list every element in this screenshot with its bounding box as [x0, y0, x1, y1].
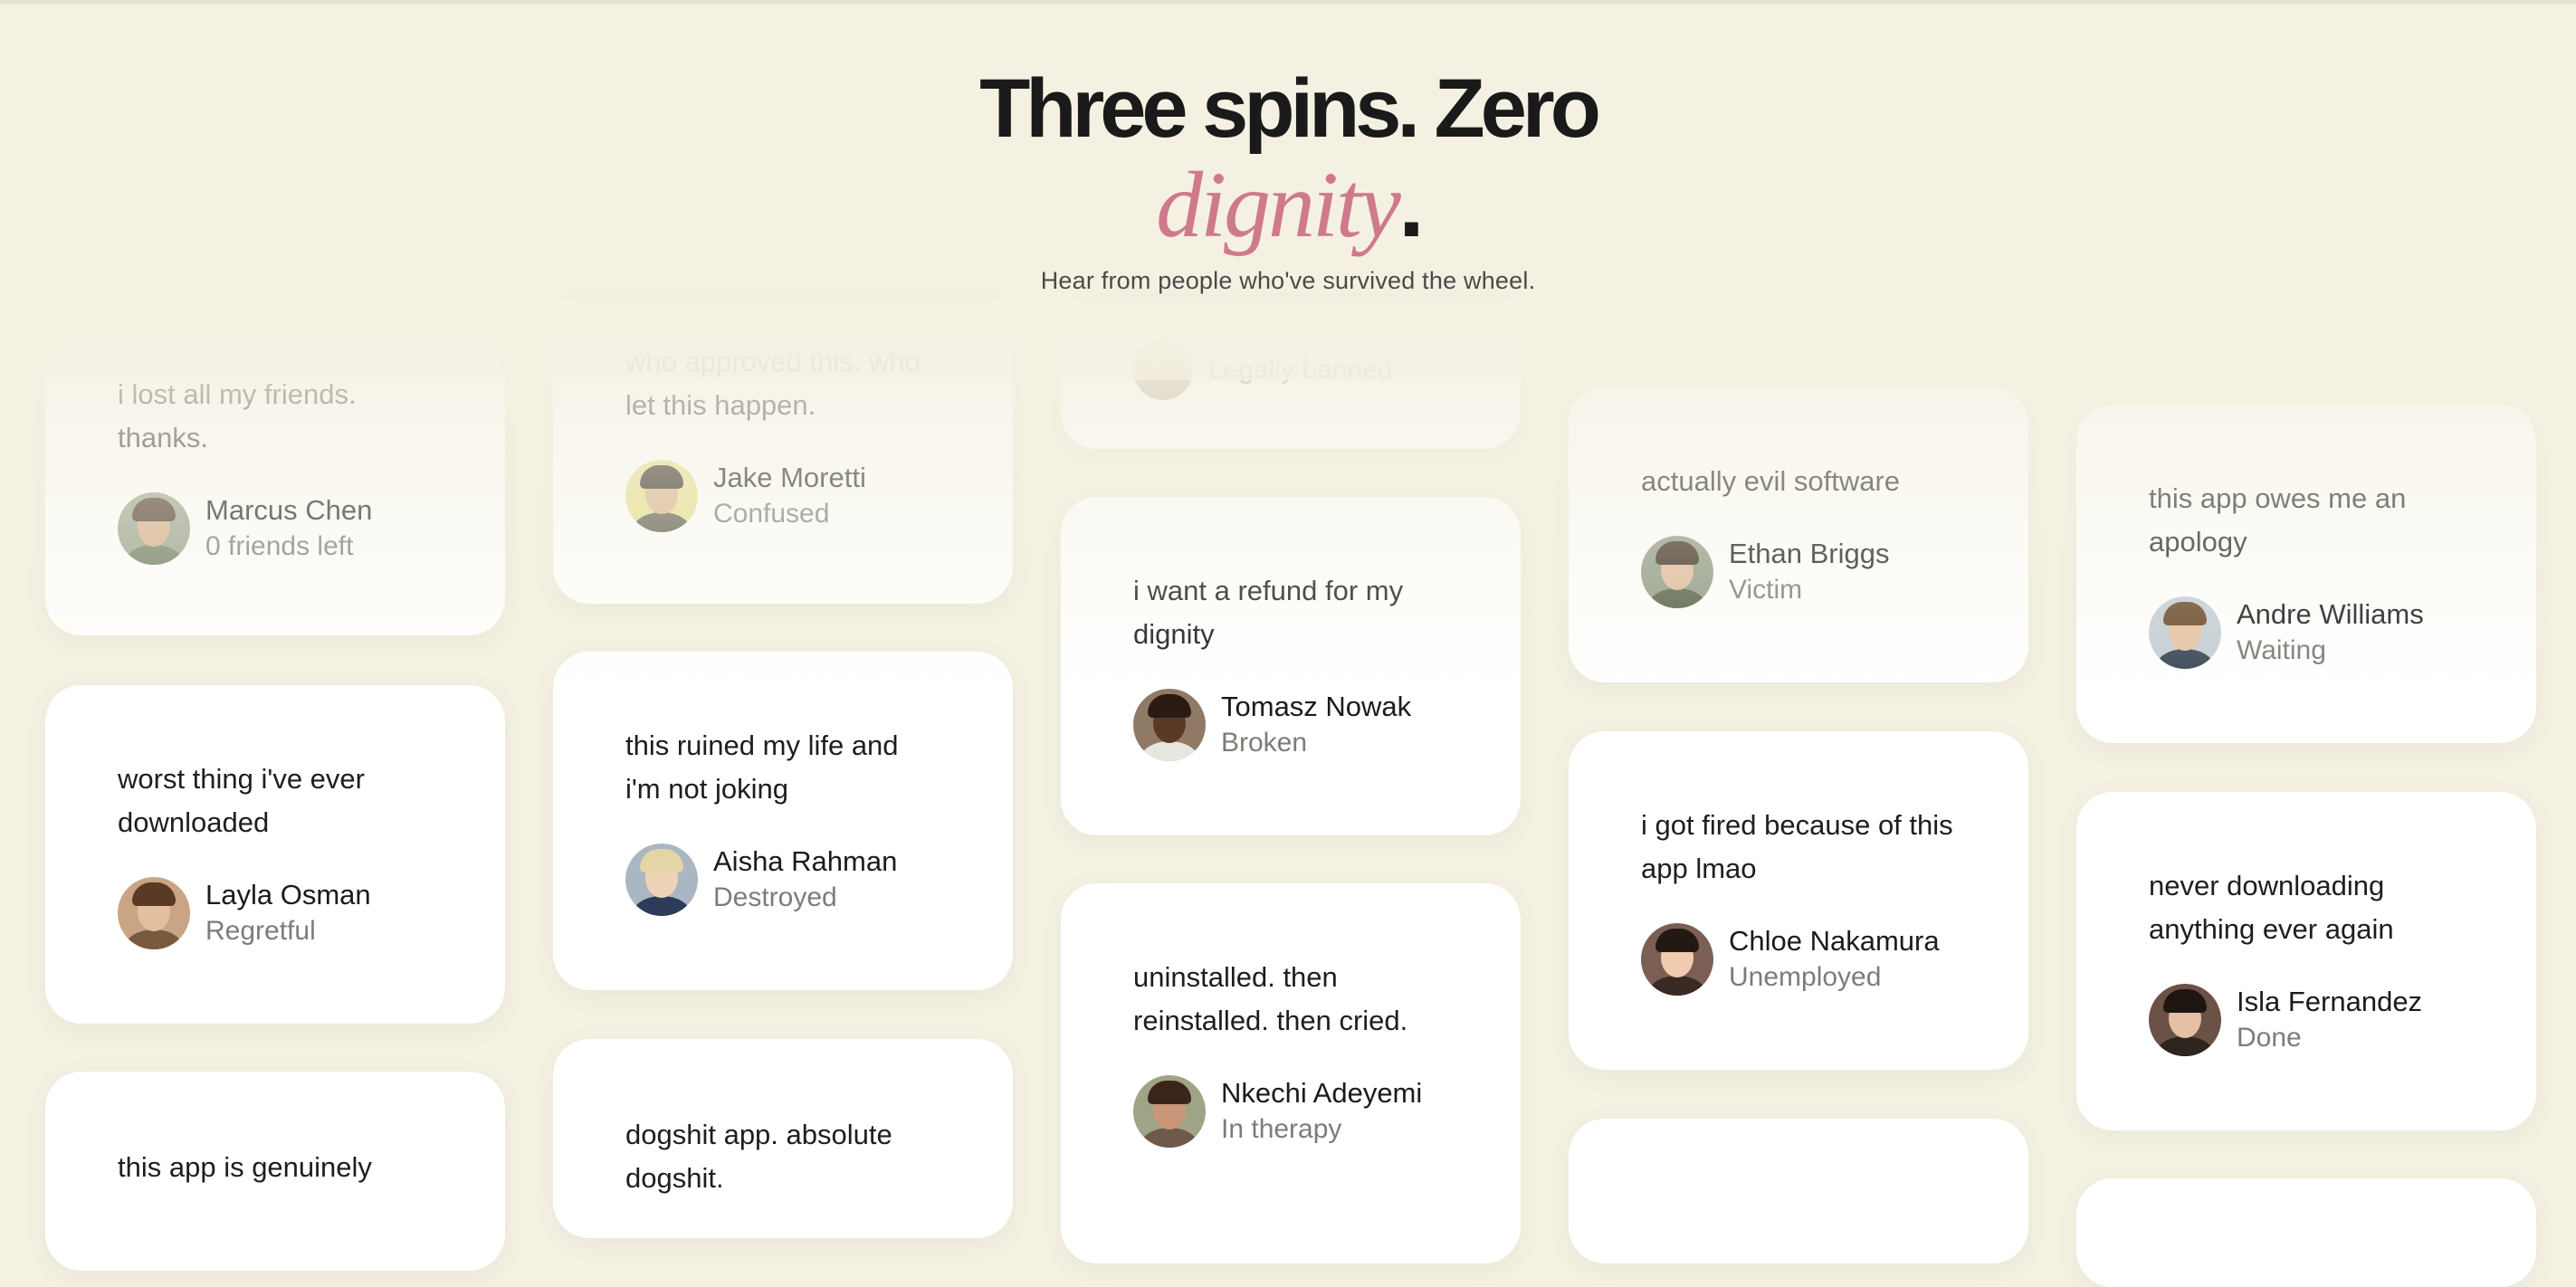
author-name: Ethan Briggs: [1729, 538, 1890, 569]
page-subtitle: Hear from people who've survived the whe…: [1040, 267, 1536, 294]
page-title: Three spins. Zero dignity.: [0, 63, 2576, 256]
testimonial-card: dogshit app. absolute dogshit.: [553, 1039, 1013, 1238]
author-name: Chloe Nakamura: [1729, 925, 1940, 957]
avatar: [1641, 536, 1713, 608]
author-role: Done: [2237, 1023, 2302, 1053]
title-period: .: [1398, 152, 1425, 257]
testimonial-card: this app is genuinely: [45, 1072, 505, 1271]
testimonial-card: [1569, 1119, 2028, 1263]
testimonial-quote: worst thing i've ever downloaded: [118, 763, 365, 838]
avatar: [625, 844, 698, 916]
author-role: Legally banned: [1208, 355, 1393, 385]
avatar: [118, 877, 190, 949]
avatar: [2149, 984, 2221, 1056]
testimonial-author: Nkechi Adeyemi In therapy: [1133, 1075, 1448, 1148]
testimonial-card: uninstalled. then reinstalled. then crie…: [1061, 883, 1521, 1263]
author-role: Waiting: [2237, 635, 2326, 665]
testimonial-quote: i want a refund for my dignity: [1133, 575, 1404, 650]
testimonial-quote: i lost all my friends. thanks.: [118, 378, 357, 453]
testimonial-quote: this app is genuinely: [118, 1151, 372, 1183]
avatar: [1641, 923, 1713, 996]
author-name: Aisha Rahman: [713, 845, 898, 877]
author-role: Victim: [1729, 575, 1803, 605]
testimonial-author: Chloe Nakamura Unemployed: [1641, 923, 1956, 996]
testimonial-card: actually evil software Ethan Briggs Vict…: [1569, 387, 2028, 682]
testimonial-author: Layla Osman Regretful: [118, 877, 433, 949]
author-name: Layla Osman: [205, 879, 371, 910]
author-role: In therapy: [1221, 1114, 1342, 1144]
author-name: Marcus Chen: [205, 494, 373, 526]
author-role: 0 friends left: [205, 531, 354, 561]
testimonial-author: Marcus Chen 0 friends left: [118, 492, 433, 565]
testimonial-card: who approved this. who let this happen. …: [553, 299, 1013, 604]
testimonial-quote: uninstalled. then reinstalled. then crie…: [1133, 961, 1408, 1036]
author-name: Tomasz Nowak: [1221, 691, 1412, 722]
testimonial-author: Legally banned: [1133, 340, 1448, 400]
avatar: [118, 492, 190, 565]
testimonial-card: never downloading anything ever again Is…: [2076, 792, 2536, 1130]
avatar: [625, 460, 698, 532]
testimonial-card: [2076, 1178, 2536, 1287]
testimonial-card: i want a refund for my dignity Tomasz No…: [1061, 497, 1521, 835]
testimonial-author: Ethan Briggs Victim: [1641, 536, 1956, 608]
testimonial-card: Legally banned: [1061, 299, 1521, 449]
hero: Three spins. Zero dignity. Hear from peo…: [0, 63, 2576, 295]
author-name: Nkechi Adeyemi: [1221, 1077, 1423, 1109]
testimonial-card: i got fired because of this app lmao Chl…: [1569, 731, 2028, 1070]
avatar: [1133, 689, 1206, 761]
testimonial-card: this ruined my life and i'm not joking A…: [553, 652, 1013, 990]
author-role: Broken: [1221, 728, 1308, 758]
testimonial-author: Aisha Rahman Destroyed: [625, 844, 940, 916]
title-line-1: Three spins. Zero: [979, 62, 1601, 155]
testimonial-card: i lost all my friends. thanks. Marcus Ch…: [45, 344, 505, 635]
testimonial-author: Andre Williams Waiting: [2149, 596, 2464, 669]
avatar: [1133, 340, 1193, 400]
testimonial-author: Tomasz Nowak Broken: [1133, 689, 1448, 761]
testimonial-quote: never downloading anything ever again: [2149, 870, 2394, 945]
author-role: Confused: [713, 499, 830, 529]
author-role: Unemployed: [1729, 962, 1882, 992]
testimonial-quote: who approved this. who let this happen.: [625, 346, 921, 421]
testimonial-quote: i got fired because of this app lmao: [1641, 809, 1953, 884]
testimonial-card: worst thing i've ever downloaded Layla O…: [45, 685, 505, 1024]
testimonial-quote: this ruined my life and i'm not joking: [625, 729, 899, 805]
author-name: Isla Fernandez: [2237, 986, 2423, 1017]
testimonial-quote: actually evil software: [1641, 465, 1901, 497]
testimonial-author: Jake Moretti Confused: [625, 460, 940, 532]
author-name: Jake Moretti: [713, 462, 866, 493]
avatar: [1133, 1075, 1206, 1148]
testimonial-author: Isla Fernandez Done: [2149, 984, 2464, 1056]
testimonial-card: this app owes me an apology Andre Willia…: [2076, 405, 2536, 743]
title-accent: dignity: [1156, 153, 1401, 257]
author-role: Regretful: [205, 916, 316, 946]
author-name: Andre Williams: [2237, 598, 2424, 630]
testimonial-quote: this app owes me an apology: [2149, 482, 2407, 558]
author-role: Destroyed: [713, 882, 837, 912]
avatar: [2149, 596, 2221, 669]
